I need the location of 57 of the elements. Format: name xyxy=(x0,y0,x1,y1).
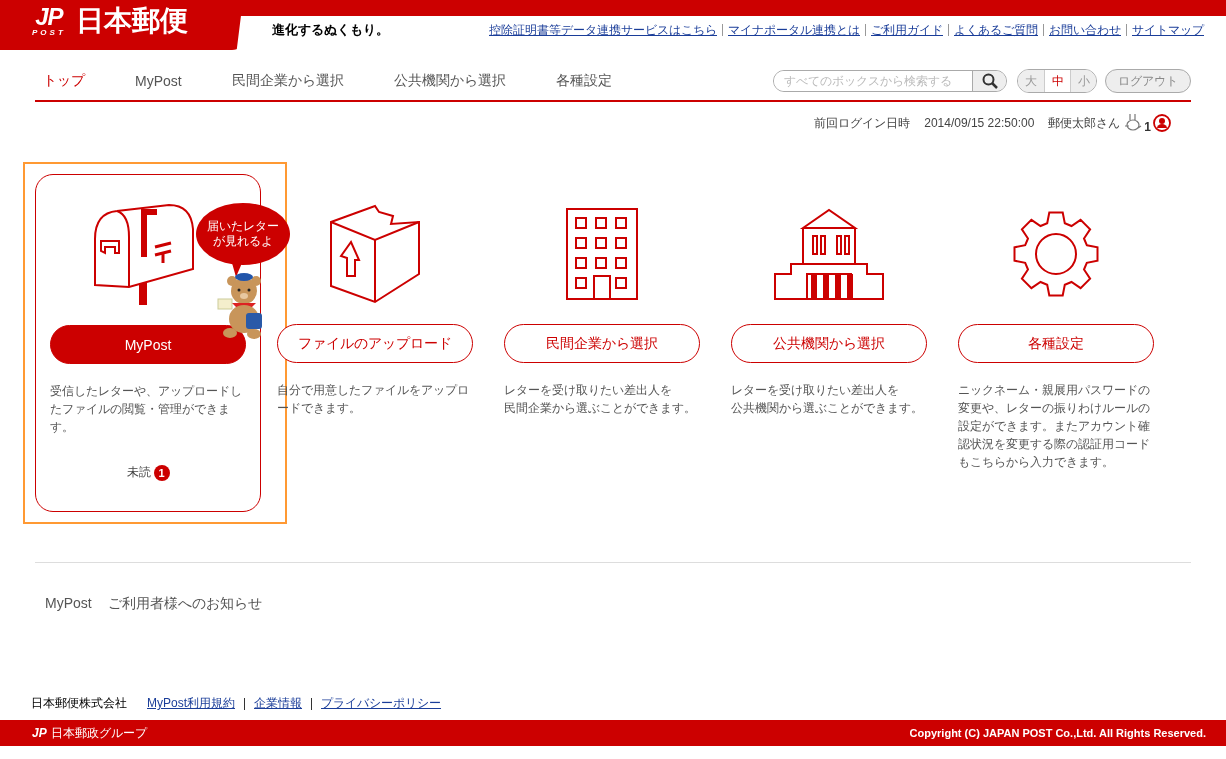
search-icon xyxy=(981,73,998,89)
logo-subtext: POST xyxy=(32,27,66,37)
header-link[interactable]: 控除証明書等データ連携サービスはこちら xyxy=(489,21,717,39)
user-icon[interactable] xyxy=(1153,114,1171,132)
header-link[interactable]: よくあるご質問 xyxy=(954,21,1038,39)
notice-service-name: MyPost xyxy=(45,595,92,613)
card-description-line: ニックネーム・親展用パスワードの xyxy=(957,382,1150,399)
card-description-line: レターを受け取りたい差出人を xyxy=(730,382,899,399)
card-description-line: ードできます。 xyxy=(276,400,361,417)
search-field[interactable]: すべてのボックスから検索する xyxy=(773,70,1007,92)
nav-tab[interactable]: 公共機関から選択 xyxy=(393,72,506,90)
card-description-line: す。 xyxy=(50,419,74,436)
group-name: 日本郵政グループ xyxy=(50,724,147,742)
unread-count-badge: 1 xyxy=(153,464,170,481)
card-button[interactable]: 各種設定 xyxy=(957,324,1154,363)
nav-tab[interactable]: MyPost xyxy=(135,73,182,89)
header-link[interactable]: お問い合わせ xyxy=(1049,21,1121,39)
card-button[interactable]: 公共機関から選択 xyxy=(730,324,927,363)
copyright: Copyright (C) JAPAN POST Co.,Ltd. All Rights Reserved. xyxy=(909,727,1206,739)
card-button[interactable]: ファイルのアップロード xyxy=(276,324,473,363)
card-description-line: もこちらから入力できます。 xyxy=(957,454,1114,471)
last-login-label: 前回ログイン日時 xyxy=(814,114,911,132)
card-description-line: 民間企業から選ぶことができます。 xyxy=(503,400,696,417)
nav-tab[interactable]: 各種設定 xyxy=(555,72,612,90)
footer-link[interactable]: 企業情報 xyxy=(254,695,302,712)
card-description-line: 公共機関から選ぶことができます。 xyxy=(730,400,923,417)
group-logo-mark: JP xyxy=(32,726,47,740)
card-button[interactable]: MyPost xyxy=(50,325,246,364)
card-description-line: 認状況を変更する際の認証用コード xyxy=(957,436,1150,453)
logo-text: 日本郵便 xyxy=(75,4,188,38)
nav-tab[interactable]: トップ xyxy=(43,72,85,90)
card-description-line: たファイルの閲覧・管理ができま xyxy=(50,401,230,418)
card-button[interactable]: 民間企業から選択 xyxy=(503,324,700,363)
nav-tab[interactable]: 民間企業から選択 xyxy=(231,72,344,90)
notification-count: 1 xyxy=(1144,120,1151,134)
office-building-icon xyxy=(565,208,638,300)
last-login-datetime: 2014/09/15 22:50:00 xyxy=(924,116,1035,130)
logo-mark: JP xyxy=(35,5,63,28)
notice-heading: ご利用者様へのお知らせ xyxy=(107,595,262,613)
box-upload-icon xyxy=(328,204,421,304)
rabbit-icon[interactable] xyxy=(1124,113,1143,133)
company-name: 日本郵便株式会社 xyxy=(31,695,127,712)
tagline: 進化するぬくもり。 xyxy=(272,21,389,39)
header-link[interactable]: サイトマップ xyxy=(1132,21,1204,39)
government-building-icon xyxy=(772,208,885,300)
card-description-line: レターを受け取りたい差出人を xyxy=(503,382,672,399)
user-name: 郵便太郎さん xyxy=(1048,114,1121,132)
card-description-line: 設定ができます。またアカウント確 xyxy=(957,418,1150,435)
footer-link[interactable]: プライバシーポリシー xyxy=(321,695,441,712)
unread-label: 未読 xyxy=(126,464,151,481)
settings-icon xyxy=(1011,210,1100,298)
card-description-line: 変更や、レターの振りわけルールの xyxy=(957,400,1150,417)
search-button[interactable] xyxy=(972,71,1006,91)
header-link[interactable]: ご利用ガイド xyxy=(871,21,943,39)
footer-link[interactable]: MyPost利用規約 xyxy=(147,695,235,712)
card-description-line: 受信したレターや、アップロードし xyxy=(50,383,242,400)
header-link[interactable]: マイナポータル連携とは xyxy=(728,21,860,39)
